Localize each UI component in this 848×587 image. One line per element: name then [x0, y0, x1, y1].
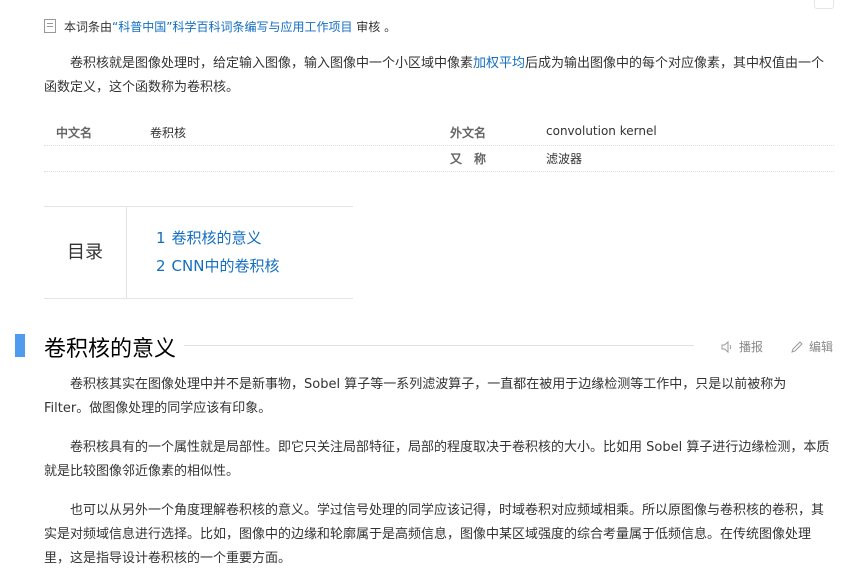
review-suffix: 审核 。 — [352, 20, 397, 34]
toc-label: 目录 — [44, 207, 127, 298]
play-audio-button[interactable]: 播报 — [720, 338, 763, 355]
top-right-tab — [814, 0, 834, 9]
review-note: 本词条由“科普中国”科学百科词条编写与应用工作项目 审核 。 — [44, 18, 396, 35]
pencil-icon — [791, 341, 803, 353]
section-title: 卷积核的意义 — [44, 337, 177, 362]
basic-info-row: 中文名 卷积核 外文名 convolution kernel — [44, 120, 834, 146]
label-alias: 又 称 — [450, 152, 487, 166]
review-prefix: 本词条由 — [64, 20, 113, 34]
intro-text-before: 卷积核就是图像处理时，给定输入图像，输入图像中一个小区域中像素 — [70, 56, 474, 71]
value-foreign-name: convolution kernel — [546, 124, 657, 138]
basic-info-table: 中文名 卷积核 外文名 convolution kernel 又 称 滤波器 — [44, 120, 834, 172]
table-of-contents: 目录 1 卷积核的意义 2 CNN中的卷积核 — [44, 206, 353, 299]
section-marker — [15, 334, 25, 357]
body-paragraph-1: 卷积核其实在图像处理中并不是新事物，Sobel 算子等一系列滤波算子，一直都在被… — [44, 377, 787, 416]
review-project-link[interactable]: “科普中国”科学百科词条编写与应用工作项目 — [112, 20, 352, 34]
toc-item-text: 卷积核的意义 — [171, 229, 262, 247]
toc-item-text: CNN中的卷积核 — [171, 257, 280, 275]
play-label: 播报 — [739, 340, 764, 354]
value-alias: 滤波器 — [546, 152, 583, 166]
toc-item-1[interactable]: 1 卷积核的意义 — [156, 227, 262, 248]
document-icon — [44, 19, 56, 33]
section-divider — [184, 345, 694, 346]
toc-item-2[interactable]: 2 CNN中的卷积核 — [156, 255, 279, 276]
label-chinese-name: 中文名 — [56, 126, 93, 140]
body-paragraph-2: 卷积核具有的一个属性就是局部性。即它只关注局部特征，局部的程度取决于卷积核的大小… — [44, 440, 830, 479]
intro-paragraph: 卷积核就是图像处理时，给定输入图像，输入图像中一个小区域中像素加权平均后成为输出… — [44, 52, 832, 100]
edit-button[interactable]: 编辑 — [790, 338, 833, 355]
toc-item-number: 1 — [156, 229, 166, 247]
toc-item-number: 2 — [156, 257, 166, 275]
label-foreign-name: 外文名 — [450, 126, 487, 140]
speaker-icon — [721, 340, 732, 354]
edit-label: 编辑 — [809, 340, 834, 354]
body-paragraph-3: 也可以从另外一个角度理解卷积核的意义。学过信号处理的同学应该记得，时域卷积对应频… — [44, 503, 825, 566]
weighted-average-link[interactable]: 加权平均 — [473, 56, 525, 71]
basic-info-row: 又 称 滤波器 — [44, 146, 834, 172]
value-chinese-name: 卷积核 — [150, 126, 187, 140]
